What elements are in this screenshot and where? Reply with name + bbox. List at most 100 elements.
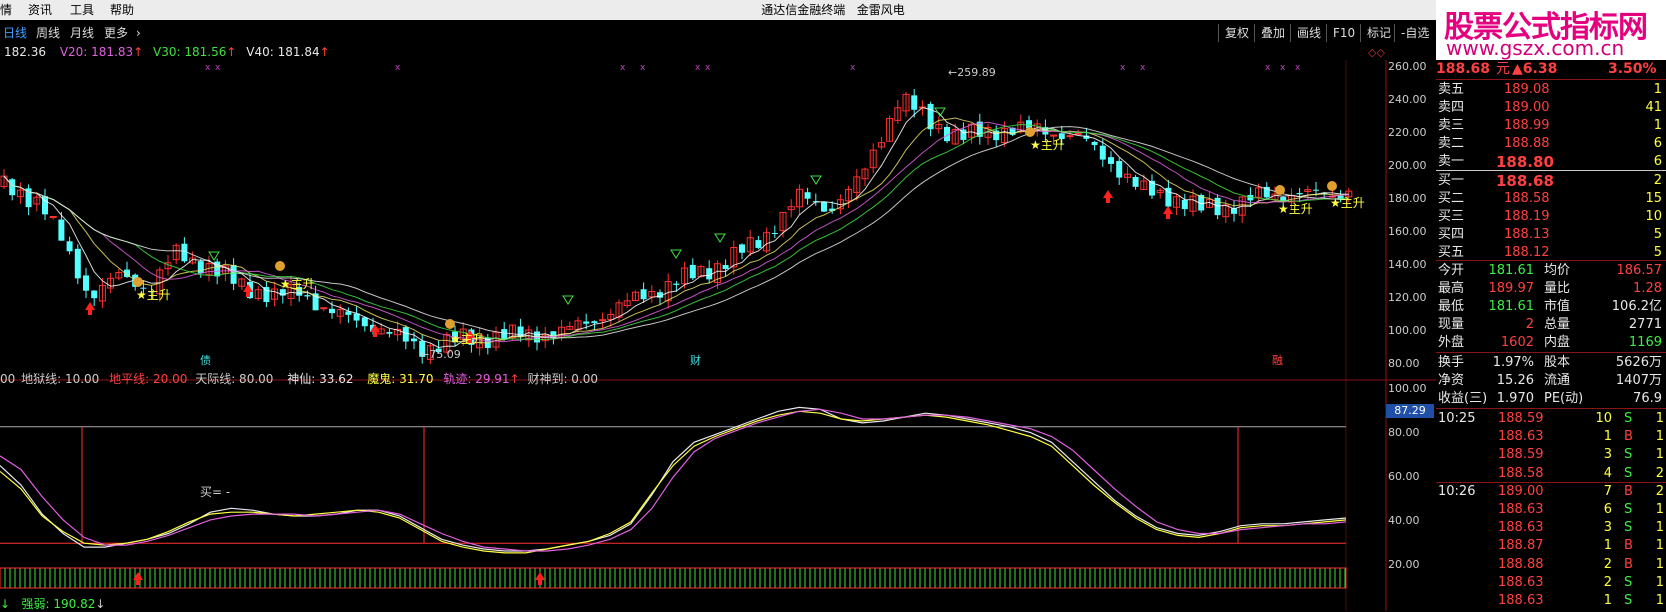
- watchlist-button[interactable]: -自选: [1394, 24, 1435, 42]
- legend-sky-line: 天际线: 80.00: [195, 372, 274, 386]
- candle-body: [599, 319, 607, 322]
- down-arrow-icon: [562, 295, 574, 305]
- stat-label: 量比: [1544, 281, 1571, 296]
- stat-value: 1169: [1628, 335, 1662, 350]
- menu-item-tools[interactable]: 工具: [70, 0, 94, 20]
- period-monthly[interactable]: 月线: [70, 22, 94, 44]
- order-price: 189.08: [1504, 82, 1550, 97]
- y-tick: 120.00: [1388, 291, 1427, 304]
- stat-value: 181.61: [1488, 263, 1535, 278]
- tick-count: 2: [1655, 483, 1664, 499]
- stat-value: 15.26: [1496, 373, 1534, 388]
- y-tick: 60.00: [1388, 470, 1420, 483]
- legend-horizon-line: 地平线: 20.00: [109, 372, 188, 386]
- y-tick: 80.00: [1388, 426, 1420, 439]
- stat-value: 106.2亿: [1611, 299, 1662, 314]
- stat-label: 净资: [1438, 373, 1465, 388]
- tick-side: S: [1624, 502, 1633, 517]
- event-label[interactable]: 财: [690, 352, 701, 368]
- signal-mark: x: [215, 63, 221, 73]
- draw-button[interactable]: 画线: [1290, 24, 1327, 42]
- y-tick: 40.00: [1388, 514, 1420, 527]
- order-volume: 6: [1653, 136, 1662, 151]
- order-price: 189.00: [1504, 100, 1550, 115]
- moving-average-line: [3, 126, 1349, 339]
- event-label[interactable]: 债: [200, 352, 211, 368]
- stat-value: 76.9: [1633, 391, 1662, 406]
- candle-body: [304, 295, 311, 297]
- tick-side: S: [1624, 520, 1633, 536]
- tick-side: S: [1624, 465, 1633, 481]
- moving-average-line: [3, 117, 1349, 344]
- order-volume: 5: [1653, 227, 1662, 242]
- menu-item-news[interactable]: 资讯: [28, 0, 52, 20]
- candle-body: [591, 321, 598, 324]
- signal-mark: x: [1140, 63, 1146, 73]
- order-volume: 15: [1645, 191, 1662, 206]
- candle-body: [550, 331, 557, 339]
- sell-order-row: 卖二 188.88 6: [1436, 135, 1666, 153]
- tick-side: S: [1624, 593, 1633, 608]
- stat-row: 最低 181.61 市值 106.2亿: [1436, 298, 1666, 316]
- candle-body: [329, 308, 335, 314]
- quote-panel: 188.68 元 ▲6.38 3.50% 卖五 189.08 1 卖四 189.0…: [1436, 60, 1666, 611]
- legend-hell-line: 地狱线: 10.00: [21, 372, 100, 386]
- candle-body: [771, 233, 778, 235]
- y-tick: 220.00: [1388, 126, 1427, 139]
- candle-body: [1108, 157, 1114, 164]
- tick-side: B: [1624, 556, 1633, 572]
- order-label: 买三: [1438, 209, 1465, 224]
- order-volume: 10: [1645, 209, 1662, 224]
- mark-button[interactable]: 标记: [1360, 24, 1397, 42]
- adjust-button[interactable]: 复权: [1218, 24, 1255, 42]
- chevron-right-icon[interactable]: ›: [136, 22, 141, 44]
- tick-row: 188.59 3 S 1: [1436, 446, 1666, 464]
- order-label: 卖四: [1438, 100, 1465, 115]
- sell-order-row: 卖五 189.08 1: [1436, 81, 1666, 99]
- order-volume: 2: [1653, 173, 1662, 188]
- buy-order-row: 买五 188.12 5: [1436, 244, 1666, 262]
- overlay-button[interactable]: 叠加: [1254, 24, 1291, 42]
- tick-row: 188.63 2 S 1: [1436, 574, 1666, 592]
- stat-value: 5626万: [1615, 355, 1662, 370]
- buy-label: 买= -: [200, 485, 231, 499]
- legend-prefix: 00: [0, 372, 16, 386]
- tick-row: 188.63 3 S 1: [1436, 519, 1666, 537]
- annotation: ★主升: [280, 277, 315, 291]
- order-label: 卖二: [1438, 136, 1465, 151]
- candle-body: [1099, 145, 1106, 160]
- event-label[interactable]: 融: [1272, 352, 1283, 368]
- y-tick: 180.00: [1388, 192, 1427, 205]
- candle-body: [1132, 176, 1139, 187]
- order-volume: 41: [1645, 100, 1662, 115]
- stat-label: 收益(三): [1438, 391, 1488, 406]
- f10-button[interactable]: F10: [1326, 24, 1361, 42]
- candle-body: [640, 289, 647, 300]
- stat-label: 外盘: [1438, 335, 1465, 350]
- menu-item-market[interactable]: 情: [0, 0, 12, 20]
- signal-mark: x: [1120, 63, 1126, 73]
- annotation: ★主升: [450, 332, 485, 346]
- up-arrow-icon: [1103, 190, 1113, 203]
- order-volume: 5: [1653, 245, 1662, 260]
- order-price: 188.80: [1496, 153, 1554, 171]
- order-price: 188.13: [1504, 227, 1550, 242]
- buy-order-row: 买二 188.58 15: [1436, 190, 1666, 208]
- tick-volume: 1: [1603, 538, 1612, 554]
- price-change: ▲6.38: [1512, 61, 1558, 77]
- legend-god: 神仙: 33.62: [287, 372, 354, 386]
- price-pct: 3.50%: [1608, 61, 1657, 77]
- chart-area[interactable]: xxxxxxxxxxxxx: [0, 44, 1436, 611]
- period-daily[interactable]: 日线: [3, 22, 27, 44]
- candle-body: [197, 261, 204, 274]
- indicator-line: [0, 408, 1347, 552]
- coin-icon: [1275, 185, 1285, 195]
- period-weekly[interactable]: 周线: [36, 22, 60, 44]
- menu-item-help[interactable]: 帮助: [110, 0, 134, 20]
- candle-body: [83, 275, 89, 291]
- period-more[interactable]: 更多: [104, 22, 128, 44]
- stat-label: 流通: [1544, 373, 1571, 388]
- app-title: 通达信金融终端: [761, 3, 846, 17]
- candle-body: [1296, 193, 1303, 195]
- signal-mark: x: [705, 63, 711, 73]
